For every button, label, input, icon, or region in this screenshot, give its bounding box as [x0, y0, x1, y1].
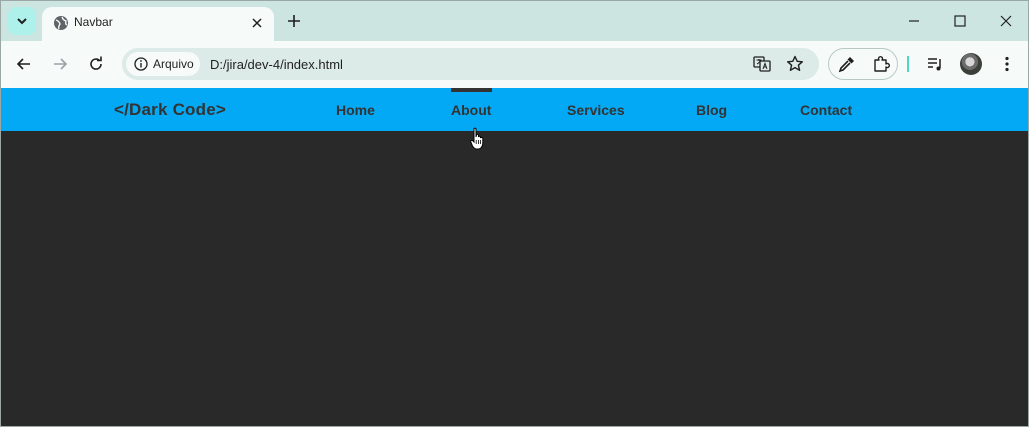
forward-icon[interactable]: [50, 54, 70, 74]
info-icon: [134, 57, 148, 71]
tab-close-icon[interactable]: [248, 14, 266, 32]
tab-search-button[interactable]: [8, 7, 36, 35]
tab-strip: Navbar: [1, 1, 1028, 41]
translate-icon[interactable]: [752, 54, 772, 74]
nav-link-services[interactable]: Services: [567, 102, 625, 118]
reload-icon[interactable]: [86, 54, 106, 74]
site-info-label: Arquivo: [153, 57, 194, 71]
chevron-down-icon: [17, 18, 27, 25]
nav-link-contact[interactable]: Contact: [800, 102, 852, 118]
minimize-icon[interactable]: [904, 11, 924, 31]
browser-tab[interactable]: Navbar: [42, 7, 274, 41]
nav-link-about[interactable]: About: [451, 102, 491, 118]
browser-window: Navbar Arquivo D:/jira/dev-4/index.html …: [0, 0, 1029, 427]
media-icon[interactable]: [925, 54, 945, 74]
nav-link-blog[interactable]: Blog: [696, 102, 727, 118]
plus-icon[interactable]: [284, 11, 304, 31]
avatar[interactable]: [960, 53, 982, 75]
toolbar-separator: [907, 56, 909, 72]
url-text[interactable]: D:/jira/dev-4/index.html: [210, 57, 343, 72]
tab-title: Navbar: [74, 15, 113, 29]
eyedropper-icon[interactable]: [837, 54, 857, 74]
site-navbar: </Dark Code> Home About Services Blog Co…: [1, 88, 1028, 131]
globe-icon: [54, 16, 68, 30]
window-close-icon[interactable]: [996, 11, 1016, 31]
star-icon[interactable]: [785, 54, 805, 74]
kebab-menu-icon[interactable]: [997, 54, 1017, 74]
nav-link-home[interactable]: Home: [336, 102, 375, 118]
site-info-chip[interactable]: Arquivo: [126, 52, 200, 76]
maximize-icon[interactable]: [950, 11, 970, 31]
hand-cursor-icon: [470, 127, 484, 150]
puzzle-icon[interactable]: [871, 54, 891, 74]
browser-toolbar: Arquivo D:/jira/dev-4/index.html: [1, 41, 1028, 88]
page-viewport: </Dark Code> Home About Services Blog Co…: [1, 88, 1028, 426]
address-bar[interactable]: Arquivo D:/jira/dev-4/index.html: [122, 48, 819, 80]
site-logo[interactable]: </Dark Code>: [114, 100, 226, 120]
active-indicator: [451, 88, 492, 92]
back-icon[interactable]: [14, 54, 34, 74]
extensions-area: [828, 48, 898, 80]
